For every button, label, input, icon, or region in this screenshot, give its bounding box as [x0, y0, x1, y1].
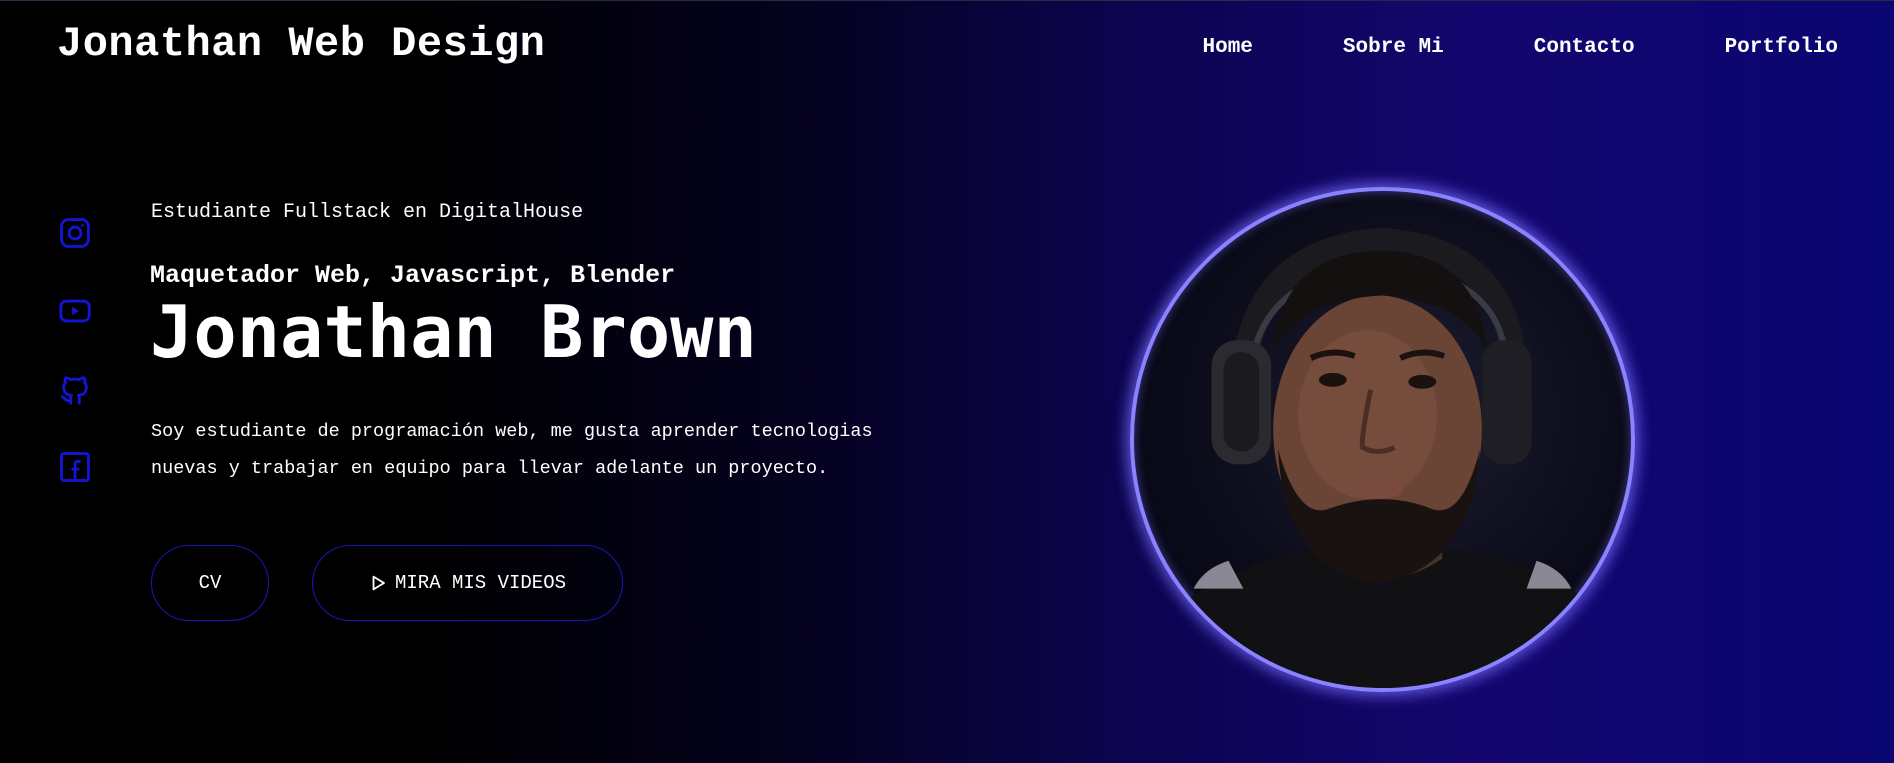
nav-sobre-mi[interactable]: Sobre Mi	[1343, 36, 1444, 59]
videos-button[interactable]: MIRA MIS VIDEOS	[312, 545, 623, 621]
hero-role: Maquetador Web, Javascript, Blender	[150, 261, 676, 290]
nav-portfolio[interactable]: Portfolio	[1725, 36, 1838, 59]
site-logo[interactable]: Jonathan Web Design	[57, 20, 545, 68]
hero-description-line-1: Soy estudiante de programación web, me g…	[151, 421, 873, 442]
hero-description: Soy estudiante de programación web, me g…	[151, 413, 941, 487]
cv-button-label: CV	[198, 572, 222, 594]
github-icon[interactable]	[58, 372, 92, 406]
main-nav: Home Sobre Mi Contacto Portfolio	[1203, 36, 1839, 59]
facebook-icon[interactable]	[58, 450, 92, 484]
play-icon	[372, 575, 385, 591]
videos-button-label: MIRA MIS VIDEOS	[394, 572, 567, 594]
profile-photo-illustration	[1134, 227, 1631, 688]
nav-contacto[interactable]: Contacto	[1534, 36, 1635, 59]
cv-button[interactable]: CV	[151, 545, 269, 621]
instagram-icon[interactable]	[58, 216, 92, 250]
profile-photo	[1130, 187, 1635, 692]
top-edge-line	[0, 0, 1894, 1]
youtube-icon[interactable]	[58, 294, 92, 328]
hero-description-line-2: nuevas y trabajar en equipo para llevar …	[151, 458, 829, 479]
hero-subtitle: Estudiante Fullstack en DigitalHouse	[151, 201, 584, 224]
nav-home[interactable]: Home	[1203, 36, 1253, 59]
hero-name: Jonathan Brown	[150, 290, 757, 374]
social-links	[58, 216, 92, 528]
